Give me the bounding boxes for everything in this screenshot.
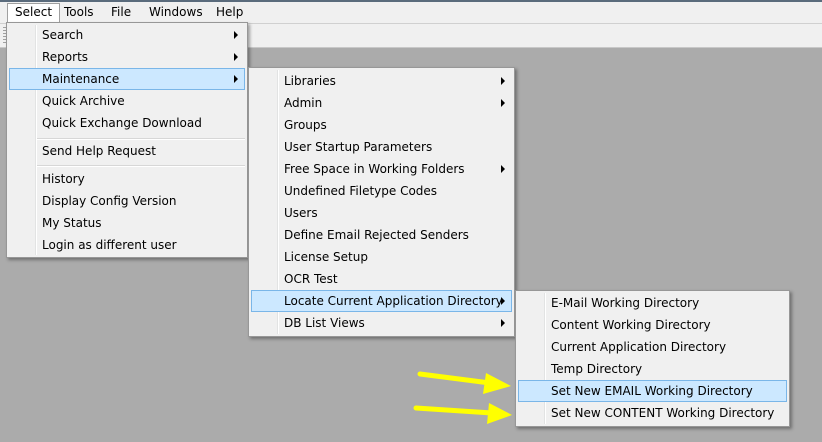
arrow-to-set-new-content: [413, 403, 512, 424]
annotation-arrows: [413, 371, 512, 424]
arrow-to-set-new-email: [417, 371, 511, 394]
